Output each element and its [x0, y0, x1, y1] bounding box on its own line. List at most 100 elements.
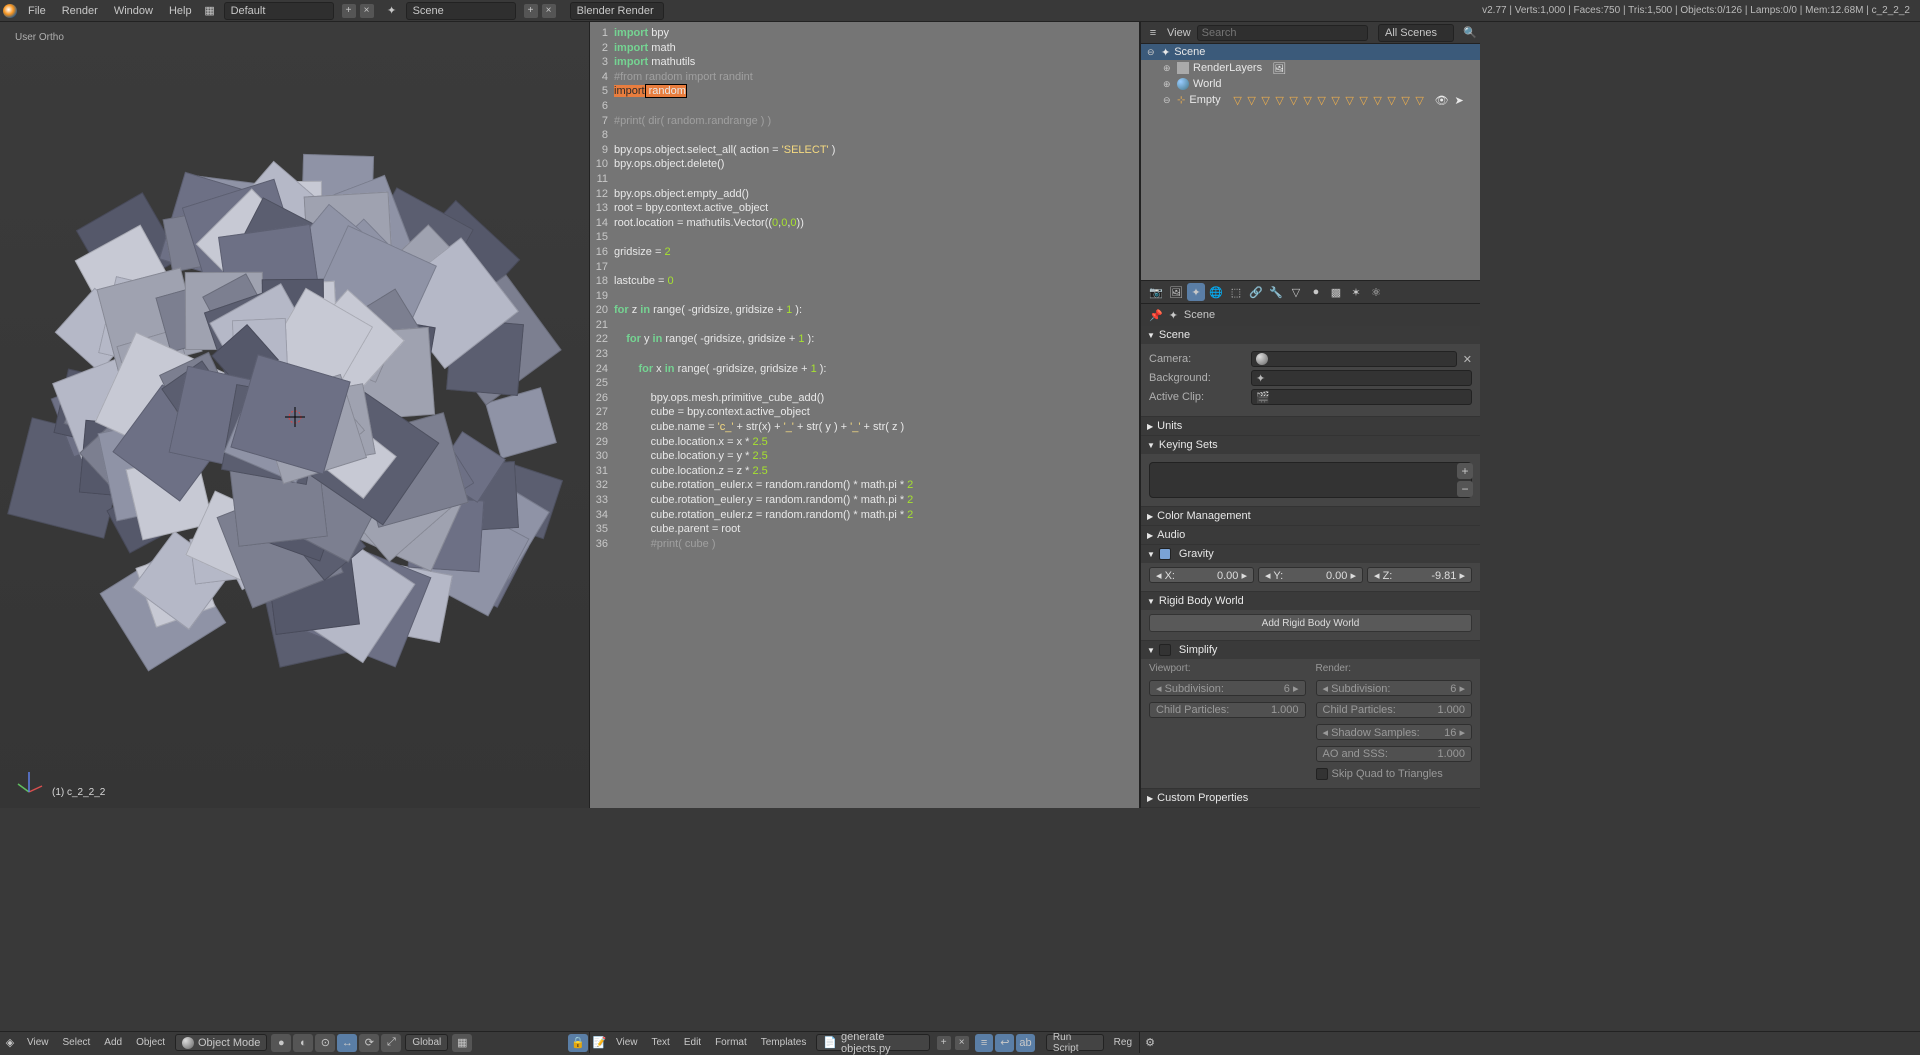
v-menu-add[interactable]: Add — [97, 1032, 129, 1054]
scene-remove-button[interactable]: × — [542, 4, 556, 18]
tab-physics-icon[interactable]: ⚛ — [1367, 283, 1385, 301]
activeclip-field[interactable]: 🎬 — [1251, 389, 1472, 405]
panel-gravity-header[interactable]: ▼Gravity — [1141, 545, 1480, 563]
shading-dropdown-icon[interactable]: ◐ — [293, 1034, 313, 1052]
3d-viewport[interactable]: User Ortho (1) c_2_2_2 — [0, 22, 590, 808]
mode-dropdown[interactable]: Object Mode — [175, 1034, 267, 1051]
tab-renderlayers-icon[interactable]: 🖼 — [1167, 283, 1185, 301]
outliner-search-input[interactable] — [1197, 25, 1368, 41]
code-body[interactable]: import bpyimport mathimport mathutils#fr… — [614, 26, 1139, 551]
camera-field[interactable] — [1251, 351, 1457, 367]
render-subdiv-field[interactable]: ◂ Subdivision:6 ▸ — [1316, 680, 1473, 696]
tab-constraints-icon[interactable]: 🔗 — [1247, 283, 1265, 301]
text-remove-button[interactable]: × — [955, 1036, 969, 1050]
view3d-editor-icon[interactable]: ◈ — [2, 1035, 18, 1051]
scene-add-button[interactable]: + — [524, 4, 538, 18]
tab-object-icon[interactable]: ⬚ — [1227, 283, 1245, 301]
outliner-editor-icon[interactable]: ≡ — [1145, 25, 1161, 41]
tab-render-icon[interactable]: 📷 — [1147, 283, 1165, 301]
outliner-tree[interactable]: ⊖✦Scene⊕RenderLayers🖼⊕World⊖⊹Empty▽▽▽▽▽▽… — [1141, 44, 1480, 280]
text-editor[interactable]: 1234567891011121314151617181920212223242… — [590, 22, 1140, 808]
tab-data-icon[interactable]: ▽ — [1287, 283, 1305, 301]
manipulator-translate-icon[interactable]: ↔ — [337, 1034, 357, 1052]
panel-custom-header[interactable]: ▶Custom Properties — [1141, 789, 1480, 807]
manipulator-rotate-icon[interactable]: ⟳ — [359, 1034, 379, 1052]
pivot-icon[interactable]: ⊙ — [315, 1034, 335, 1052]
pin-icon[interactable]: 📌 — [1149, 309, 1163, 322]
manipulator-scale-icon[interactable]: ⤢ — [381, 1034, 401, 1052]
properties-editor-icon[interactable]: ⚙ — [1142, 1035, 1158, 1051]
t-menu-templates[interactable]: Templates — [754, 1032, 814, 1054]
gravity-y-field[interactable]: ◂ Y:0.00 ▸ — [1258, 567, 1363, 583]
tab-scene-icon[interactable]: ✦ — [1187, 283, 1205, 301]
render-childp-field[interactable]: Child Particles:1.000 — [1316, 702, 1473, 718]
panel-simplify-header[interactable]: ▼Simplify — [1141, 641, 1480, 659]
skip-quad-checkbox[interactable] — [1316, 768, 1328, 780]
scene-dropdown[interactable]: Scene — [406, 2, 516, 20]
t-menu-text[interactable]: Text — [645, 1032, 677, 1054]
outliner-menu-view[interactable]: View — [1167, 27, 1191, 39]
keying-remove-button[interactable]: − — [1457, 481, 1473, 497]
panel-scene-header[interactable]: ▼Scene — [1141, 326, 1480, 344]
layout-add-button[interactable]: + — [342, 4, 356, 18]
tree-row-renderlayers[interactable]: ⊕RenderLayers🖼 — [1141, 60, 1480, 76]
shading-sphere-icon[interactable]: ● — [271, 1034, 291, 1052]
info-editor-icon[interactable] — [2, 3, 18, 19]
gravity-checkbox[interactable] — [1159, 548, 1171, 560]
text-add-button[interactable]: + — [937, 1036, 951, 1050]
menu-window[interactable]: Window — [106, 0, 161, 22]
panel-keying-header[interactable]: ▼Keying Sets — [1141, 436, 1480, 454]
tree-row-scene[interactable]: ⊖✦Scene — [1141, 44, 1480, 60]
run-script-button[interactable]: Run Script — [1046, 1034, 1104, 1051]
render-shadow-field[interactable]: ◂ Shadow Samples:16 ▸ — [1316, 724, 1473, 740]
panel-audio-header[interactable]: ▶Audio — [1141, 526, 1480, 544]
layers-icon[interactable]: ▦ — [452, 1034, 472, 1052]
panel-units-header[interactable]: ▶Units — [1141, 417, 1480, 435]
outliner-filter-icon[interactable]: 🔍 — [1462, 25, 1478, 41]
tab-texture-icon[interactable]: ▩ — [1327, 283, 1345, 301]
viewport-childp-field[interactable]: Child Particles:1.000 — [1149, 702, 1306, 718]
render-ao-field[interactable]: AO and SSS:1.000 — [1316, 746, 1473, 762]
simplify-checkbox[interactable] — [1159, 644, 1171, 656]
tab-particles-icon[interactable]: ✶ — [1347, 283, 1365, 301]
v-menu-view[interactable]: View — [20, 1032, 56, 1054]
viewport-subdiv-field[interactable]: ◂ Subdivision:6 ▸ — [1149, 680, 1306, 696]
text-wordwrap-icon[interactable]: ↩ — [995, 1034, 1014, 1052]
panel-rigid-header[interactable]: ▼Rigid Body World — [1141, 592, 1480, 610]
tab-modifiers-icon[interactable]: 🔧 — [1267, 283, 1285, 301]
background-field[interactable]: ✦ — [1251, 370, 1472, 386]
menu-help[interactable]: Help — [161, 0, 200, 22]
add-rigid-body-button[interactable]: Add Rigid Body World — [1149, 614, 1472, 632]
v-menu-select[interactable]: Select — [56, 1032, 98, 1054]
properties-body[interactable]: ▼Scene Camera:✕ Background:✦ Active Clip… — [1141, 326, 1480, 808]
tab-material-icon[interactable]: ● — [1307, 283, 1325, 301]
scene-icon[interactable]: ✦ — [384, 3, 400, 19]
keying-sets-list[interactable]: + − — [1149, 462, 1472, 498]
camera-clear-icon[interactable]: ✕ — [1463, 353, 1472, 366]
t-menu-edit[interactable]: Edit — [677, 1032, 708, 1054]
text-datablock-field[interactable]: 📄generate objects.py — [816, 1034, 929, 1051]
screen-layout-dropdown[interactable]: Default — [224, 2, 334, 20]
gravity-z-field[interactable]: ◂ Z:-9.81 ▸ — [1367, 567, 1472, 583]
outliner-filter-dropdown[interactable]: All Scenes — [1378, 24, 1454, 42]
t-menu-view[interactable]: View — [609, 1032, 645, 1054]
tree-row-world[interactable]: ⊕World — [1141, 76, 1480, 92]
v-menu-object[interactable]: Object — [129, 1032, 172, 1054]
menu-render[interactable]: Render — [54, 0, 106, 22]
gravity-x-field[interactable]: ◂ X:0.00 ▸ — [1149, 567, 1254, 583]
render-engine-dropdown[interactable]: Blender Render — [570, 2, 664, 20]
t-menu-format[interactable]: Format — [708, 1032, 754, 1054]
layout-icon[interactable]: ▦ — [202, 3, 218, 19]
text-syntax-icon[interactable]: ab — [1016, 1034, 1035, 1052]
orientation-dropdown[interactable]: Global — [405, 1034, 448, 1051]
tab-world-icon[interactable]: 🌐 — [1207, 283, 1225, 301]
text-editor-icon[interactable]: 📝 — [592, 1035, 607, 1051]
register-label[interactable]: Reg — [1107, 1032, 1139, 1054]
keying-add-button[interactable]: + — [1457, 463, 1473, 479]
menu-file[interactable]: File — [20, 0, 54, 22]
tree-row-empty[interactable]: ⊖⊹Empty▽▽▽▽▽▽▽▽▽▽▽▽▽▽👁➤ — [1141, 92, 1480, 108]
text-linenum-icon[interactable]: ≡ — [975, 1034, 994, 1052]
panel-color-header[interactable]: ▶Color Management — [1141, 507, 1480, 525]
lock-camera-icon[interactable]: 🔒 — [568, 1034, 588, 1052]
layout-remove-button[interactable]: × — [360, 4, 374, 18]
